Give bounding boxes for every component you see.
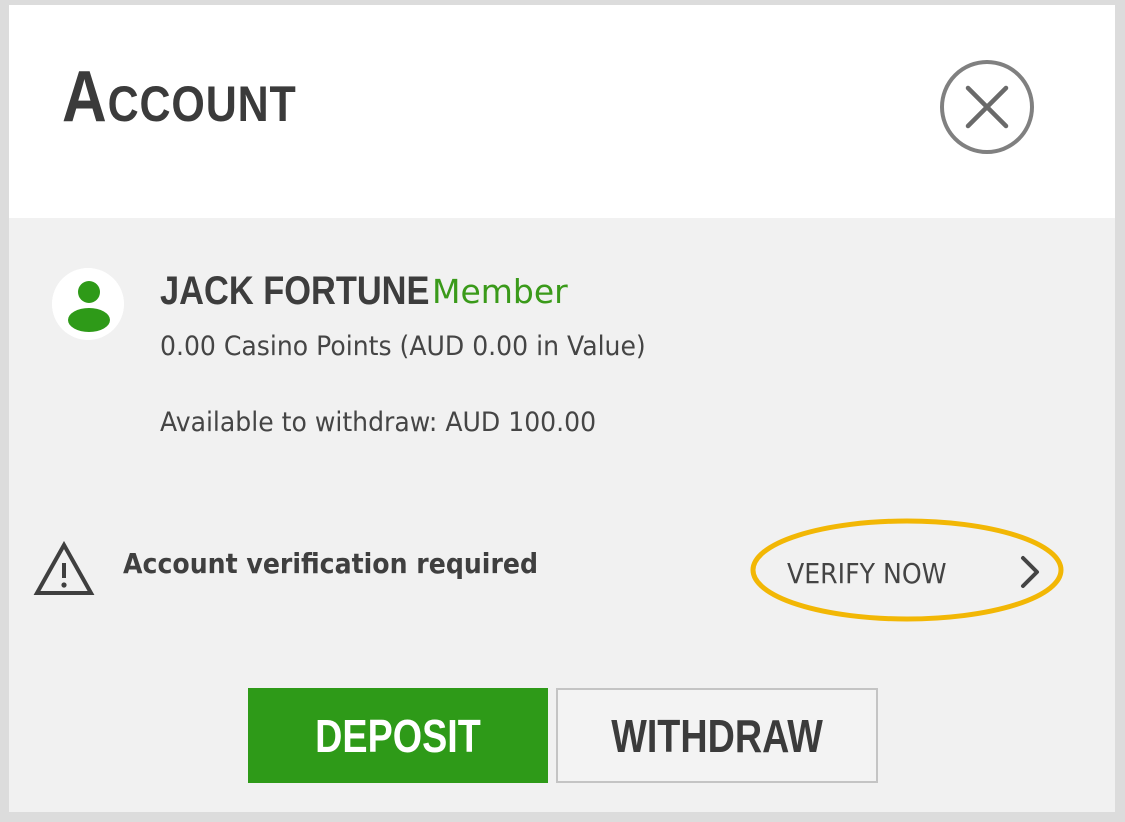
user-name: JACK FORTUNE (160, 269, 430, 313)
close-button[interactable] (939, 59, 1035, 155)
account-dialog: Account JACK FORTUNE Member 0.00 Casino … (9, 5, 1115, 812)
deposit-button-label: DEPOSIT (315, 709, 481, 762)
member-tier-label: Member (432, 272, 568, 311)
chevron-right-icon (1021, 556, 1039, 588)
verify-now-label: VERIFY NOW (787, 557, 947, 590)
deposit-button[interactable]: DEPOSIT (248, 688, 548, 783)
withdraw-button[interactable]: WITHDRAW (556, 688, 878, 783)
avatar (52, 268, 124, 340)
dialog-header: Account (9, 5, 1115, 218)
verify-now-link[interactable]: VERIFY NOW (749, 515, 1067, 625)
page-title: Account (62, 57, 297, 137)
close-icon (940, 60, 1034, 154)
withdraw-button-label: WITHDRAW (611, 709, 823, 762)
user-avatar-icon (52, 268, 124, 340)
casino-points-value: 0.00 Casino Points (AUD 0.00 in Value) (160, 331, 646, 362)
verification-message: Account verification required (123, 547, 539, 580)
available-to-withdraw: Available to withdraw: AUD 100.00 (160, 407, 597, 438)
warning-icon (33, 540, 95, 597)
